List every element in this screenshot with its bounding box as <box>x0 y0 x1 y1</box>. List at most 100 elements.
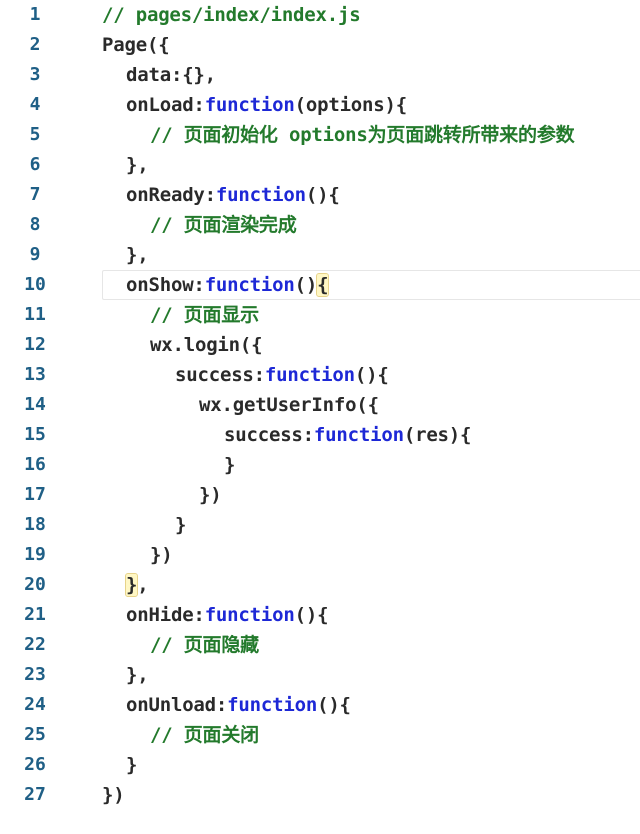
code-text: onShow:function(){ <box>126 270 330 300</box>
line-number: 22 <box>24 634 46 655</box>
line-number: 19 <box>24 544 46 565</box>
comment-text: // pages/index/index.js <box>102 4 361 26</box>
code-text: wx.getUserInfo({ <box>199 394 379 416</box>
code-text: } <box>224 454 236 476</box>
code-text: }) <box>102 784 125 806</box>
comment-text: // 页面关闭 <box>150 724 259 746</box>
code-line[interactable]: 24 onUnload:function(){ <box>0 690 640 720</box>
keyword: function <box>264 364 355 386</box>
code-text: }, <box>126 154 149 176</box>
code-suffix: () <box>294 274 318 296</box>
code-line[interactable]: 7 onReady:function(){ <box>0 180 640 210</box>
line-number: 13 <box>24 364 46 385</box>
line-number: 17 <box>24 484 46 505</box>
code-line[interactable]: 4 onLoad:function(options){ <box>0 90 640 120</box>
line-number: 8 <box>29 214 41 235</box>
code-text: wx.login({ <box>150 334 263 356</box>
code-line[interactable]: 2 Page({ <box>0 30 640 60</box>
comment-text: // 页面渲染完成 <box>150 214 297 236</box>
code-text: data:{}, <box>126 64 216 86</box>
keyword: function <box>204 274 295 296</box>
code-line[interactable]: 22 // 页面隐藏 <box>0 630 640 660</box>
line-number: 16 <box>24 454 46 475</box>
code-text: }) <box>150 544 173 566</box>
line-number: 15 <box>24 424 46 445</box>
matched-bracket: } <box>124 573 139 597</box>
line-number: 10 <box>24 274 46 295</box>
line-number: 4 <box>29 94 41 115</box>
code-text: success:function(res){ <box>224 420 471 450</box>
code-line-current[interactable]: 10 onShow:function(){ <box>0 270 640 300</box>
keyword: function <box>215 184 306 206</box>
keyword: function <box>204 604 295 626</box>
code-line[interactable]: 17 }) <box>0 480 640 510</box>
code-line[interactable]: 3 data:{}, <box>0 60 640 90</box>
code-suffix: (){ <box>354 364 389 386</box>
line-number: 12 <box>24 334 46 355</box>
code-text: success:function(){ <box>175 360 389 390</box>
property-name: onReady: <box>126 184 216 206</box>
code-text: } <box>175 514 187 536</box>
keyword: function <box>313 424 404 446</box>
code-line[interactable]: 1 // pages/index/index.js <box>0 0 640 30</box>
line-number: 24 <box>24 694 46 715</box>
property-name: onUnload: <box>126 694 228 716</box>
line-number: 21 <box>24 604 46 625</box>
code-text: }, <box>126 664 149 686</box>
code-line[interactable]: 5 // 页面初始化 options为页面跳转所带来的参数 <box>0 120 640 150</box>
line-number: 2 <box>29 34 41 55</box>
code-line[interactable]: 15 success:function(res){ <box>0 420 640 450</box>
code-line[interactable]: 8 // 页面渲染完成 <box>0 210 640 240</box>
line-number: 9 <box>29 244 41 265</box>
code-suffix: (){ <box>305 184 340 206</box>
code-line[interactable]: 20 }, <box>0 570 640 600</box>
property-name: success: <box>224 424 314 446</box>
line-number: 20 <box>24 574 46 595</box>
code-line[interactable]: 19 }) <box>0 540 640 570</box>
code-line[interactable]: 23 }, <box>0 660 640 690</box>
code-line[interactable]: 14 wx.getUserInfo({ <box>0 390 640 420</box>
property-name: onLoad: <box>126 94 205 116</box>
line-number: 5 <box>29 124 41 145</box>
code-line[interactable]: 27 }) <box>0 780 640 810</box>
property-name: success: <box>175 364 265 386</box>
code-line[interactable]: 9 }, <box>0 240 640 270</box>
line-number: 6 <box>29 154 41 175</box>
line-number: 27 <box>24 784 46 805</box>
matched-bracket: { <box>316 273 330 297</box>
code-suffix: (){ <box>294 604 329 626</box>
code-text: } <box>126 754 138 776</box>
code-text: }, <box>126 244 149 266</box>
line-number: 1 <box>29 4 41 25</box>
code-suffix: , <box>137 574 149 596</box>
code-line[interactable]: 25 // 页面关闭 <box>0 720 640 750</box>
code-line[interactable]: 6 }, <box>0 150 640 180</box>
code-line[interactable]: 18 } <box>0 510 640 540</box>
comment-text: // 页面显示 <box>150 304 259 326</box>
line-number: 18 <box>24 514 46 535</box>
code-line[interactable]: 21 onHide:function(){ <box>0 600 640 630</box>
code-text: Page({ <box>102 34 170 56</box>
line-number: 7 <box>29 184 41 205</box>
code-text: onLoad:function(options){ <box>126 90 407 120</box>
code-suffix: (options){ <box>294 94 408 116</box>
code-line[interactable]: 16 } <box>0 450 640 480</box>
keyword: function <box>204 94 295 116</box>
code-text: }) <box>199 484 222 506</box>
line-number: 11 <box>24 304 46 325</box>
line-number: 14 <box>24 394 46 415</box>
property-name: onHide: <box>126 604 205 626</box>
code-line[interactable]: 13 success:function(){ <box>0 360 640 390</box>
line-number: 23 <box>24 664 46 685</box>
code-text: onReady:function(){ <box>126 180 340 210</box>
comment-text: // 页面初始化 options为页面跳转所带来的参数 <box>150 124 575 146</box>
code-suffix: (res){ <box>403 424 472 446</box>
code-text: onUnload:function(){ <box>126 690 351 720</box>
code-line[interactable]: 26 } <box>0 750 640 780</box>
code-text: onHide:function(){ <box>126 600 329 630</box>
code-editor[interactable]: 1 // pages/index/index.js 2 Page({ 3 dat… <box>0 0 640 834</box>
code-text: }, <box>124 570 149 600</box>
code-line[interactable]: 11 // 页面显示 <box>0 300 640 330</box>
code-line[interactable]: 12 wx.login({ <box>0 330 640 360</box>
line-number: 25 <box>24 724 46 745</box>
